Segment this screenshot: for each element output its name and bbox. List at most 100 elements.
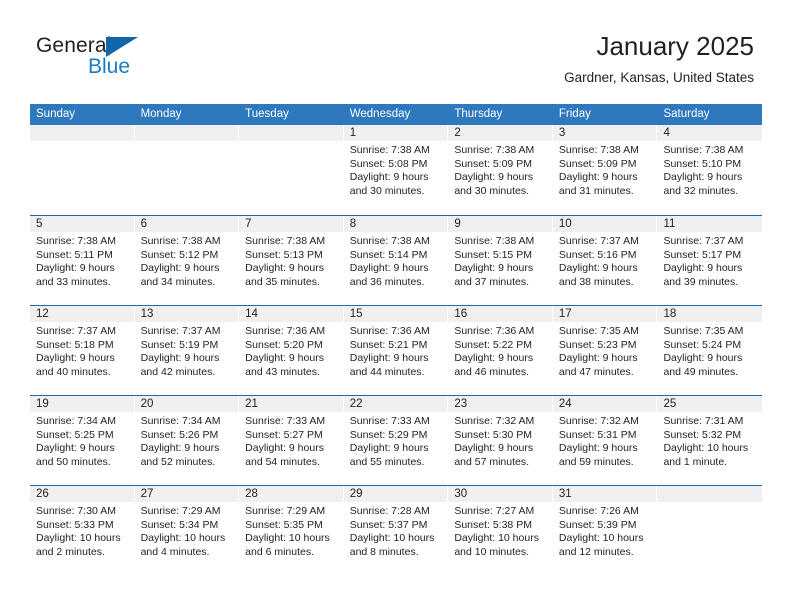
daylight-text-cont: and 42 minutes.: [140, 365, 216, 378]
sunrise-text: Sunrise: 7:30 AM: [36, 505, 116, 517]
sunset-text: Sunset: 5:23 PM: [558, 338, 637, 351]
sunrise-text: Sunrise: 7:29 AM: [245, 505, 326, 517]
sunrise-text: Sunrise: 7:33 AM: [245, 415, 326, 427]
day-cell-7[interactable]: 7 Sunrise: 7:38 AM Sunset: 5:13 PM Daylight…: [239, 216, 344, 305]
day-details: Sunrise: 7:28 AM Sunset: 5:37 PM Daylight:…: [344, 502, 449, 559]
day-number-band: 29: [343, 486, 449, 502]
day-cell-empty: [657, 486, 763, 575]
daylight-text-cont: and 1 minute.: [663, 455, 728, 468]
day-details: Sunrise: 7:29 AM Sunset: 5:34 PM Daylight:…: [135, 502, 240, 559]
day-cell-4[interactable]: 4 Sunrise: 7:38 AM Sunset: 5:10 PM Daylight…: [657, 125, 763, 215]
page-title: January 2025: [596, 31, 754, 61]
daylight-text: Daylight: 9 hours: [140, 442, 220, 455]
day-details: Sunrise: 7:38 AM Sunset: 5:10 PM Daylight:…: [657, 141, 762, 198]
daylight-text-cont: and 34 minutes.: [140, 275, 216, 288]
daylight-text-cont: and 32 minutes.: [663, 184, 739, 197]
daylight-text: Daylight: 9 hours: [36, 442, 115, 455]
day-cell-9[interactable]: 9 Sunrise: 7:38 AM Sunset: 5:15 PM Daylight…: [448, 216, 553, 305]
day-cell-10[interactable]: 10 Sunrise: 7:37 AM Sunset: 5:16 PM Dayligh…: [552, 216, 658, 305]
day-cell-24[interactable]: 24 Sunrise: 7:32 AM Sunset: 5:31 PM Dayligh…: [552, 396, 658, 485]
sunrise-text: Sunrise: 7:31 AM: [663, 415, 744, 427]
day-cell-21[interactable]: 21 Sunrise: 7:33 AM Sunset: 5:27 PM Dayligh…: [239, 396, 344, 485]
day-cell-2[interactable]: 2 Sunrise: 7:38 AM Sunset: 5:09 PM Daylight…: [448, 125, 553, 215]
day-number-band: [134, 125, 240, 141]
day-number-band: 21: [239, 396, 344, 412]
daylight-text-cont: and 35 minutes.: [245, 275, 320, 288]
weekday-header-tuesday: Tuesday: [245, 108, 289, 120]
sunset-text: Sunset: 5:18 PM: [36, 338, 114, 351]
calendar-week-row: 19 Sunrise: 7:34 AM Sunset: 5:25 PM Dayligh…: [30, 395, 763, 485]
day-details: Sunrise: 7:34 AM Sunset: 5:25 PM Daylight:…: [30, 412, 135, 469]
sunset-text: Sunset: 5:12 PM: [140, 248, 219, 261]
day-cell-25[interactable]: 25 Sunrise: 7:31 AM Sunset: 5:32 PM Dayligh…: [657, 396, 763, 485]
day-cell-22[interactable]: 22 Sunrise: 7:33 AM Sunset: 5:29 PM Dayligh…: [343, 396, 449, 485]
daylight-text-cont: and 30 minutes.: [454, 184, 530, 197]
daylight-text: Daylight: 10 hours: [663, 442, 749, 455]
sunrise-text: Sunrise: 7:38 AM: [245, 235, 326, 247]
day-details: Sunrise: 7:38 AM Sunset: 5:15 PM Daylight:…: [448, 232, 553, 289]
daylight-text: Daylight: 9 hours: [36, 352, 115, 365]
day-cell-20[interactable]: 20 Sunrise: 7:34 AM Sunset: 5:26 PM Dayligh…: [134, 396, 240, 485]
day-cell-31[interactable]: 31 Sunrise: 7:26 AM Sunset: 5:39 PM Dayligh…: [552, 486, 658, 575]
sunrise-text: Sunrise: 7:35 AM: [558, 325, 639, 337]
day-cell-18[interactable]: 18 Sunrise: 7:35 AM Sunset: 5:24 PM Dayligh…: [657, 306, 763, 395]
day-number: 10: [558, 218, 572, 230]
daylight-text: Daylight: 10 hours: [36, 532, 121, 545]
day-cell-19[interactable]: 19 Sunrise: 7:34 AM Sunset: 5:25 PM Dayligh…: [30, 396, 135, 485]
day-details: Sunrise: 7:37 AM Sunset: 5:17 PM Daylight:…: [657, 232, 762, 289]
day-number: 7: [245, 218, 252, 230]
day-cell-27[interactable]: 27 Sunrise: 7:29 AM Sunset: 5:34 PM Dayligh…: [134, 486, 240, 575]
sunrise-text: Sunrise: 7:38 AM: [558, 144, 639, 156]
day-cell-29[interactable]: 29 Sunrise: 7:28 AM Sunset: 5:37 PM Dayligh…: [343, 486, 449, 575]
weekday-header-thursday: Thursday: [454, 108, 503, 120]
sunrise-text: Sunrise: 7:29 AM: [140, 505, 221, 517]
day-cell-12[interactable]: 12 Sunrise: 7:37 AM Sunset: 5:18 PM Dayligh…: [30, 306, 135, 395]
day-cell-15[interactable]: 15 Sunrise: 7:36 AM Sunset: 5:21 PM Dayligh…: [343, 306, 449, 395]
sunset-text: Sunset: 5:26 PM: [140, 428, 219, 441]
day-details: Sunrise: 7:36 AM Sunset: 5:21 PM Daylight:…: [344, 322, 449, 379]
day-cell-17[interactable]: 17 Sunrise: 7:35 AM Sunset: 5:23 PM Dayligh…: [552, 306, 658, 395]
logo[interactable]: General Blue: [36, 34, 216, 84]
day-cell-28[interactable]: 28 Sunrise: 7:29 AM Sunset: 5:35 PM Dayligh…: [239, 486, 344, 575]
day-cell-1[interactable]: 1 Sunrise: 7:38 AM Sunset: 5:08 PM Daylight…: [343, 125, 449, 215]
day-cell-5[interactable]: 5 Sunrise: 7:38 AM Sunset: 5:11 PM Daylight…: [30, 216, 135, 305]
day-details: Sunrise: 7:33 AM Sunset: 5:29 PM Daylight:…: [344, 412, 449, 469]
sunset-text: Sunset: 5:17 PM: [663, 248, 742, 261]
day-cell-11[interactable]: 11 Sunrise: 7:37 AM Sunset: 5:17 PM Dayligh…: [657, 216, 763, 305]
day-cell-23[interactable]: 23 Sunrise: 7:32 AM Sunset: 5:30 PM Dayligh…: [448, 396, 553, 485]
daylight-text-cont: and 44 minutes.: [349, 365, 425, 378]
day-number-band: 27: [134, 486, 240, 502]
day-number: 6: [140, 218, 147, 230]
page-header: General Blue January 2025 Gardner, Kansa…: [0, 0, 792, 104]
day-details: Sunrise: 7:32 AM Sunset: 5:31 PM Daylight:…: [553, 412, 658, 469]
sunset-text: Sunset: 5:30 PM: [454, 428, 532, 441]
day-number-band: 14: [239, 306, 344, 322]
daylight-text-cont: and 4 minutes.: [140, 545, 210, 558]
sunset-text: Sunset: 5:34 PM: [140, 518, 219, 531]
day-cell-26[interactable]: 26 Sunrise: 7:30 AM Sunset: 5:33 PM Dayligh…: [30, 486, 135, 575]
sunrise-text: Sunrise: 7:37 AM: [558, 235, 639, 247]
daylight-text-cont: and 39 minutes.: [663, 275, 739, 288]
day-number-band: 20: [134, 396, 240, 412]
day-cell-empty: [134, 125, 240, 215]
daylight-text: Daylight: 9 hours: [245, 442, 324, 455]
daylight-text-cont: and 8 minutes.: [349, 545, 419, 558]
day-cell-30[interactable]: 30 Sunrise: 7:27 AM Sunset: 5:38 PM Dayligh…: [448, 486, 553, 575]
day-number: 22: [349, 398, 363, 410]
day-cell-8[interactable]: 8 Sunrise: 7:38 AM Sunset: 5:14 PM Daylight…: [343, 216, 449, 305]
day-cell-13[interactable]: 13 Sunrise: 7:37 AM Sunset: 5:19 PM Dayligh…: [134, 306, 240, 395]
sunset-text: Sunset: 5:37 PM: [349, 518, 428, 531]
daylight-text: Daylight: 9 hours: [454, 352, 534, 365]
day-cell-3[interactable]: 3 Sunrise: 7:38 AM Sunset: 5:09 PM Daylight…: [552, 125, 658, 215]
sunrise-text: Sunrise: 7:38 AM: [349, 144, 430, 156]
day-number: 20: [140, 398, 154, 410]
sunrise-text: Sunrise: 7:28 AM: [349, 505, 430, 517]
day-details: Sunrise: 7:32 AM Sunset: 5:30 PM Daylight:…: [448, 412, 553, 469]
day-cell-14[interactable]: 14 Sunrise: 7:36 AM Sunset: 5:20 PM Dayligh…: [239, 306, 344, 395]
day-number-band: 31: [552, 486, 658, 502]
day-number-band: 30: [448, 486, 553, 502]
day-number-band: 4: [657, 125, 763, 141]
day-cell-6[interactable]: 6 Sunrise: 7:38 AM Sunset: 5:12 PM Daylight…: [134, 216, 240, 305]
day-cell-16[interactable]: 16 Sunrise: 7:36 AM Sunset: 5:22 PM Dayligh…: [448, 306, 553, 395]
daylight-text-cont: and 55 minutes.: [349, 455, 425, 468]
